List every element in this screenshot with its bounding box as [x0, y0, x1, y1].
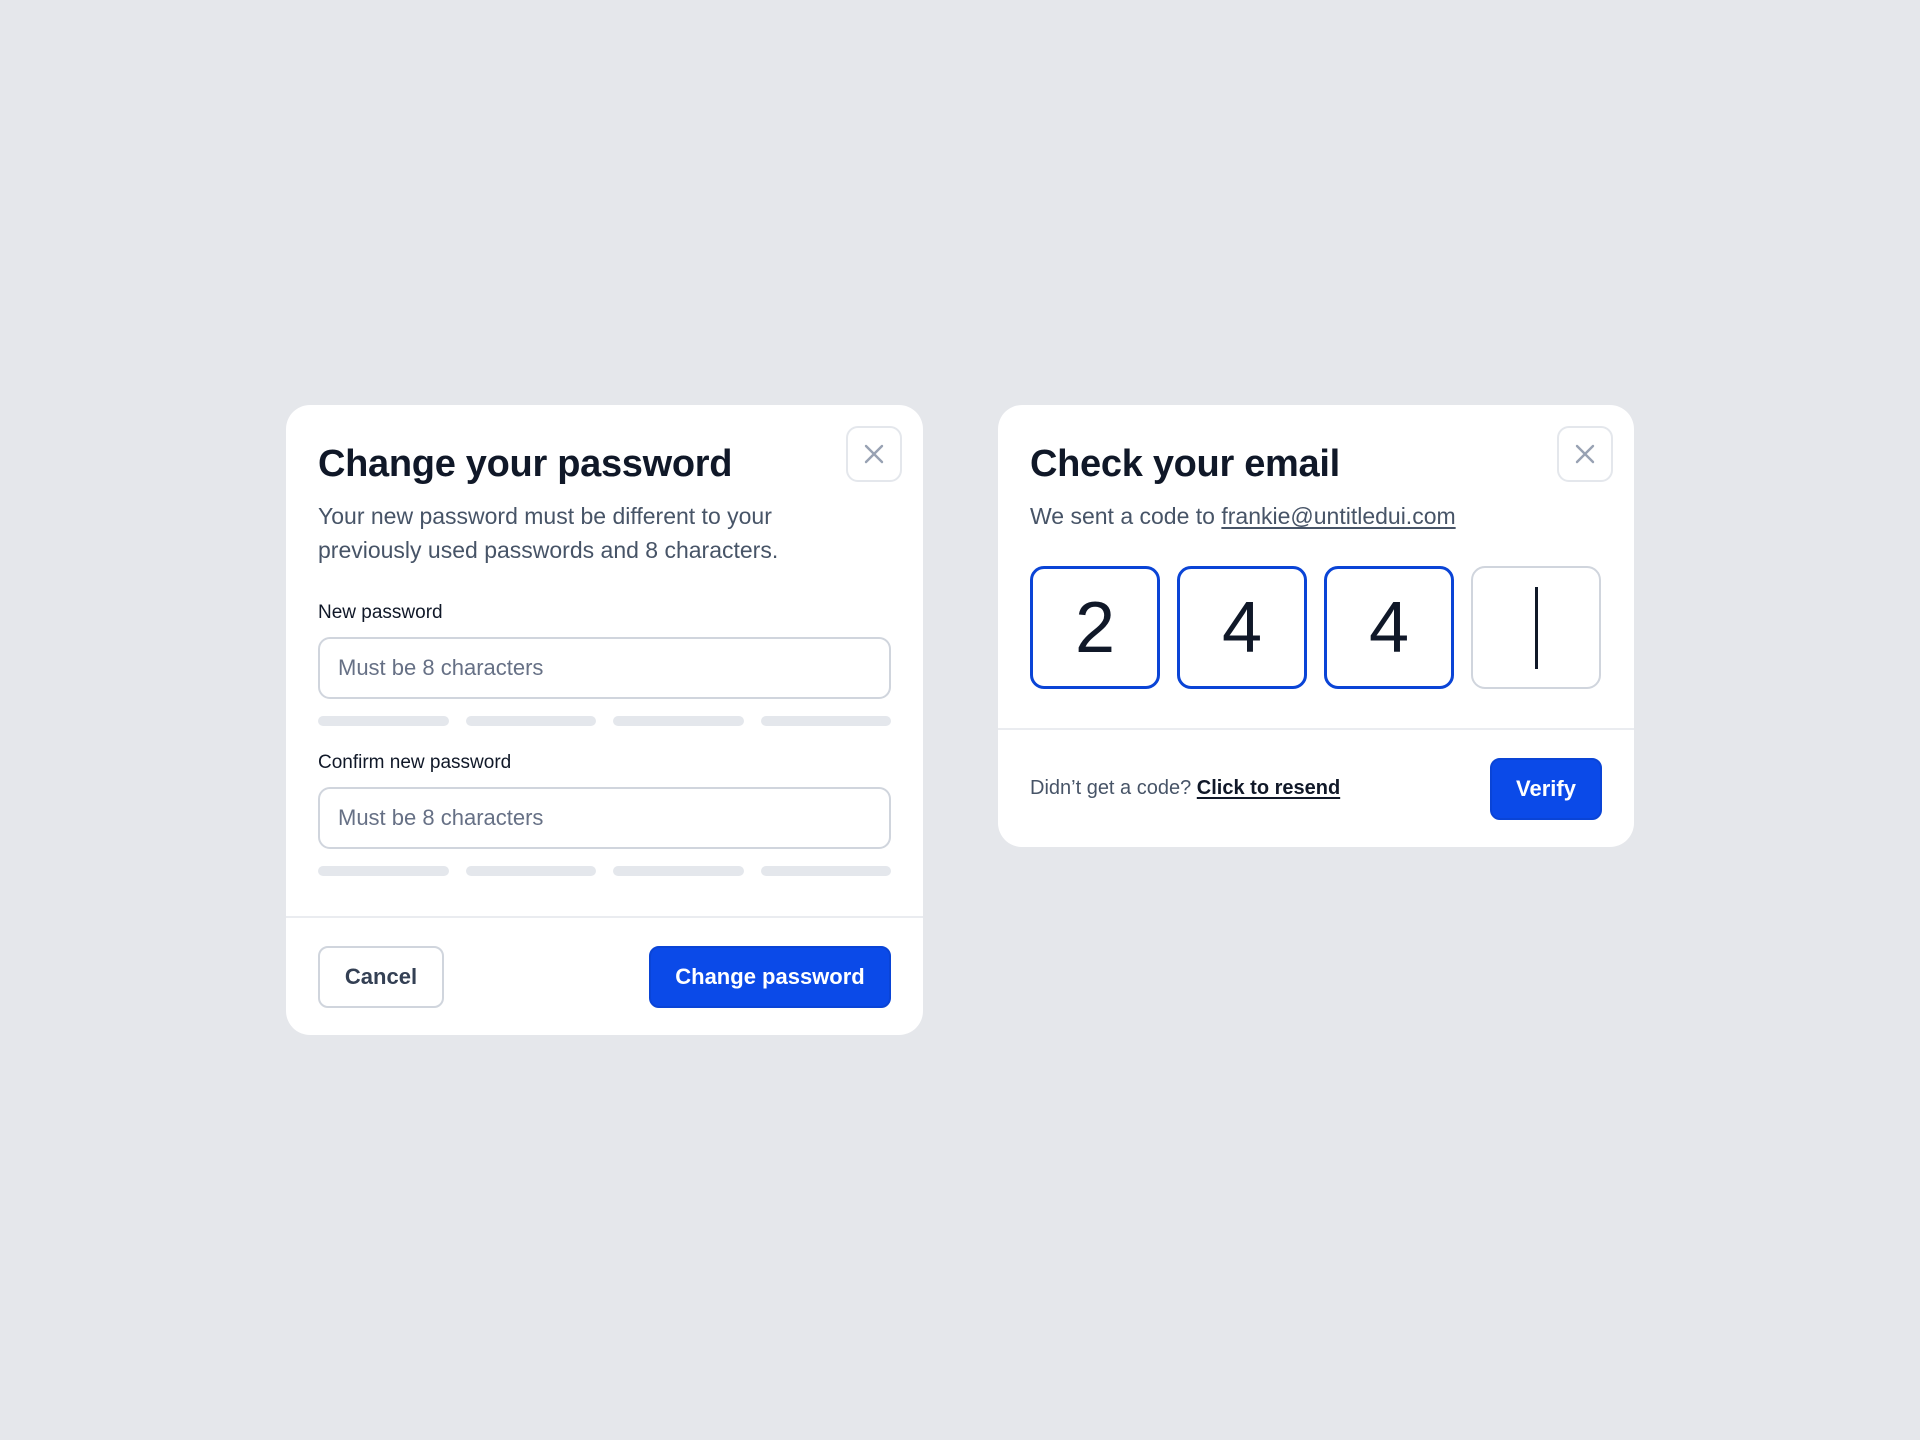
- new-password-label: New password: [318, 602, 443, 623]
- code-digit-box[interactable]: 4: [1324, 566, 1454, 689]
- verification-code-input: 2 4 4: [1030, 566, 1601, 689]
- new-password-strength-meter: [318, 716, 891, 726]
- strength-segment: [465, 866, 596, 876]
- footer-divider: [998, 728, 1634, 730]
- email-link[interactable]: frankie@untitledui.com: [1221, 503, 1455, 529]
- confirm-password-input[interactable]: [318, 787, 891, 849]
- close-button[interactable]: [846, 426, 902, 482]
- resend-link[interactable]: Click to resend: [1197, 777, 1340, 799]
- resend-row: Didn’t get a code? Click to resend: [1030, 777, 1340, 800]
- change-password-modal: Change your password Your new password m…: [286, 405, 923, 1035]
- text-caret: [1534, 586, 1538, 669]
- strength-segment: [760, 866, 891, 876]
- new-password-input[interactable]: [318, 637, 891, 699]
- close-button[interactable]: [1557, 426, 1613, 482]
- code-digit-box[interactable]: 2: [1030, 566, 1160, 689]
- confirm-password-label: Confirm new password: [318, 752, 512, 773]
- strength-segment: [760, 716, 891, 726]
- modal-description: Your new password must be different to y…: [318, 503, 779, 563]
- resend-prompt: Didn’t get a code?: [1030, 777, 1192, 799]
- check-email-modal: Check your email We sent a code to frank…: [998, 405, 1634, 847]
- confirm-password-strength-meter: [318, 866, 891, 876]
- modal-title: Check your email: [1030, 443, 1340, 485]
- close-icon: [864, 444, 884, 464]
- strength-segment: [465, 716, 596, 726]
- modal-description: We sent a code to frankie@untitledui.com: [1030, 499, 1590, 533]
- sent-code-text: We sent a code to: [1030, 503, 1215, 529]
- change-password-button[interactable]: Change password: [649, 946, 891, 1008]
- verify-button[interactable]: Verify: [1490, 758, 1602, 820]
- close-icon: [1575, 444, 1595, 464]
- strength-segment: [613, 866, 744, 876]
- cancel-button[interactable]: Cancel: [318, 946, 444, 1008]
- code-digit-box[interactable]: 4: [1177, 566, 1307, 689]
- strength-segment: [318, 716, 449, 726]
- strength-segment: [318, 866, 449, 876]
- code-digit-box-active[interactable]: [1471, 566, 1601, 689]
- strength-segment: [613, 716, 744, 726]
- footer-divider: [286, 916, 923, 918]
- modal-title: Change your password: [318, 443, 733, 485]
